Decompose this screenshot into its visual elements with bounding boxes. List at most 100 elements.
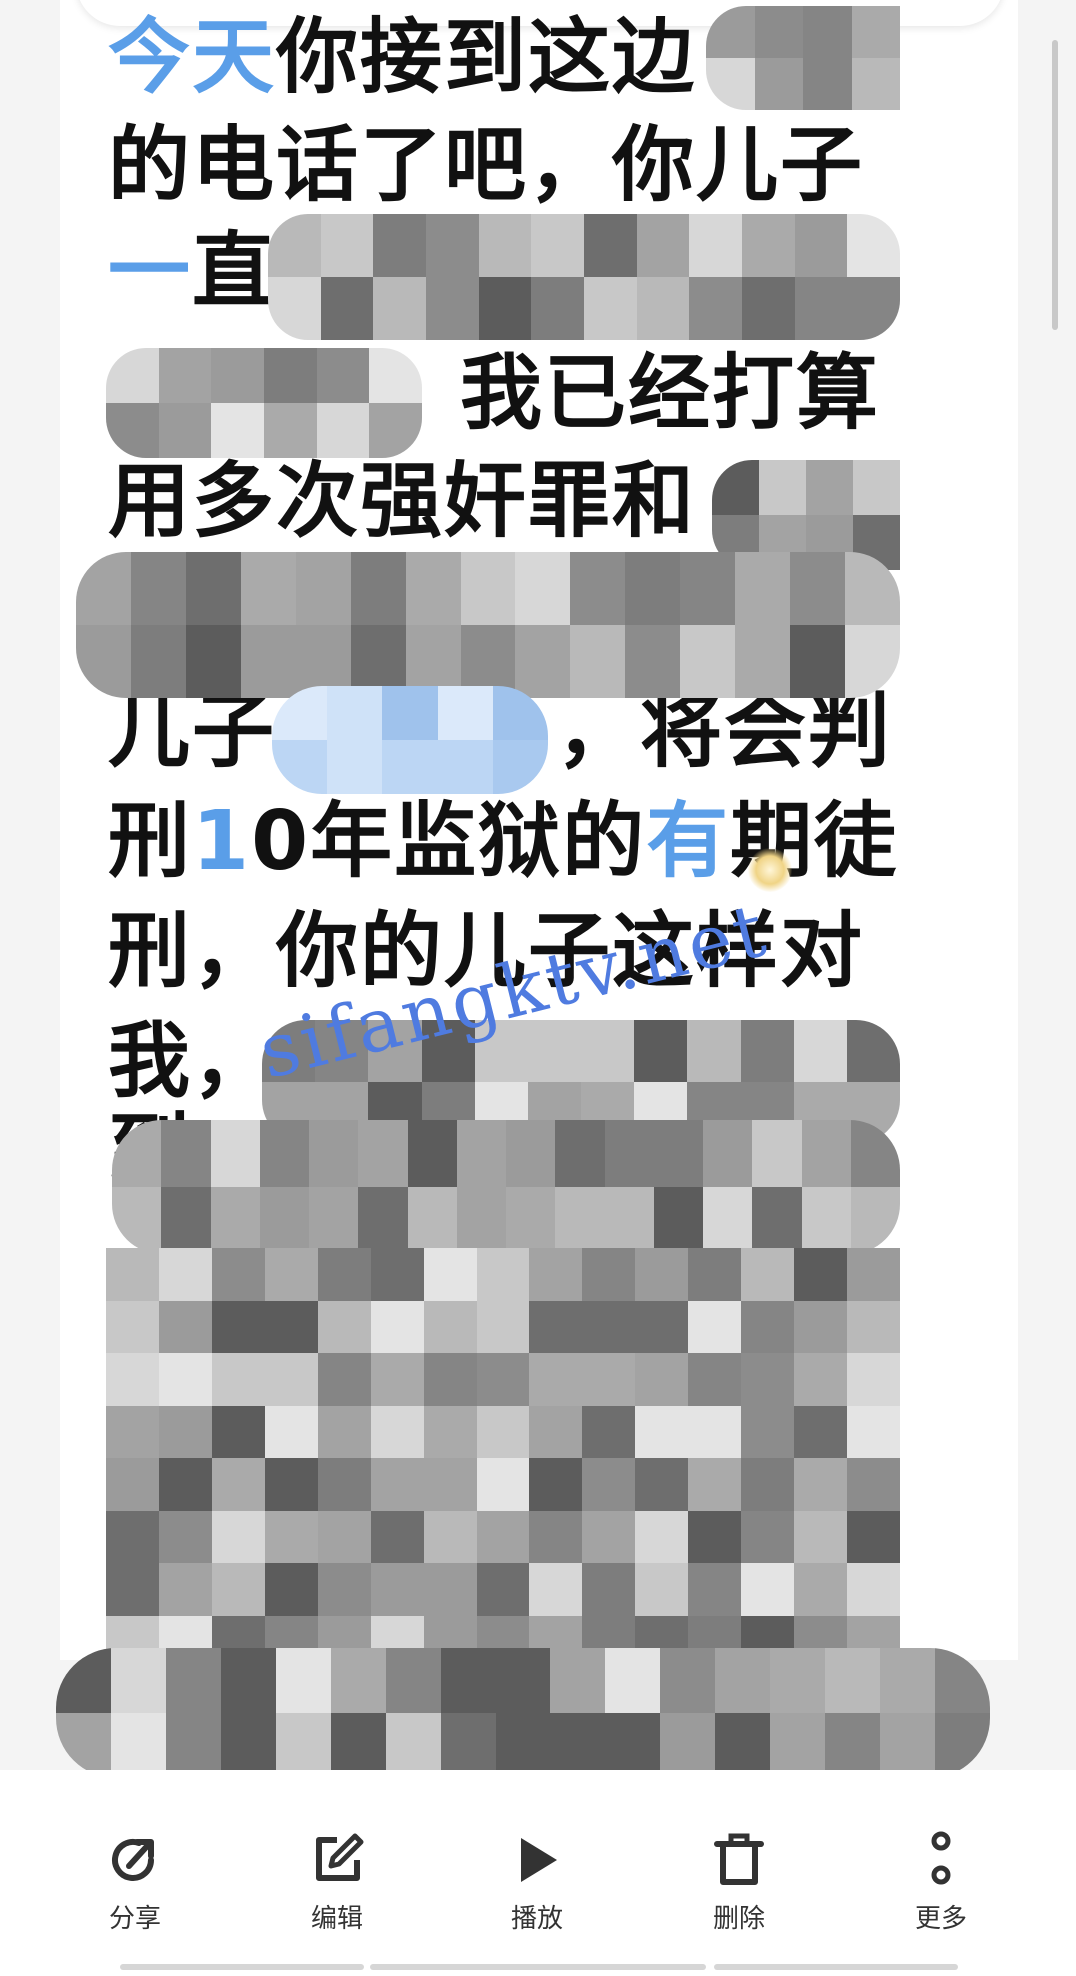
- text-line: 用多次强奸罪和: [108, 454, 696, 550]
- mosaic-tile: [880, 1713, 936, 1778]
- text-segment: 1: [192, 794, 252, 889]
- mosaic-tile: [110, 1648, 166, 1713]
- mosaic-tile: [264, 1353, 318, 1406]
- delete-icon: [664, 1830, 814, 1890]
- mosaic-tile: [790, 552, 846, 625]
- gesture-bar: [370, 1964, 706, 1970]
- text-segment: 今天: [108, 10, 277, 105]
- mosaic-tile: [794, 1300, 848, 1353]
- mosaic-tile: [801, 1187, 851, 1254]
- text-line: 的电话了吧，你儿子: [108, 118, 864, 214]
- mosaic-tile: [604, 1187, 654, 1254]
- gesture-bar: [120, 1964, 364, 1970]
- mosaic-tile: [741, 1300, 795, 1353]
- mosaic-tile: [210, 1120, 260, 1187]
- mosaic-tile: [752, 1187, 802, 1254]
- mosaic-tile: [185, 552, 241, 625]
- mosaic-tile: [794, 1458, 848, 1511]
- text-segment: 的电话了吧，你儿子: [108, 118, 865, 213]
- mosaic-tile: [211, 1510, 265, 1563]
- mosaic-tile: [478, 277, 532, 340]
- mosaic-tile: [660, 1648, 716, 1713]
- mosaic-tile: [437, 740, 493, 794]
- mosaic-tile: [478, 214, 532, 277]
- mosaic-tile: [220, 1648, 276, 1713]
- mosaic-tile: [211, 1563, 265, 1616]
- mosaic-tile: [794, 1563, 848, 1616]
- mosaic-tile: [801, 1120, 851, 1187]
- mosaic-tile: [320, 214, 374, 277]
- mosaic-tile: [327, 740, 383, 794]
- mosaic-tile: [853, 460, 900, 515]
- mosaic-tile: [275, 1648, 331, 1713]
- mosaic-tile: [385, 1648, 441, 1713]
- mosaic-tile: [317, 1563, 371, 1616]
- mosaic-tile: [687, 1020, 741, 1082]
- mosaic-tile: [770, 1648, 826, 1713]
- mosaic-tile: [405, 552, 461, 625]
- mosaic-tile: [847, 1563, 900, 1616]
- mosaic-tile: [660, 1713, 716, 1778]
- mosaic-tile: [635, 1563, 689, 1616]
- text-line: 儿子: [108, 684, 276, 780]
- mosaic-tile: [689, 277, 742, 340]
- mosaic-tile: [437, 686, 493, 740]
- mosaic-tile: [851, 6, 900, 58]
- mosaic-tile: [581, 1020, 635, 1082]
- mosaic-tile: [625, 552, 681, 625]
- redaction-mosaic: [112, 1120, 900, 1254]
- text-segment: 用多次强奸罪和: [108, 454, 697, 549]
- edit-button[interactable]: 编辑: [262, 1830, 412, 1935]
- share-button[interactable]: 分享: [60, 1830, 210, 1935]
- mosaic-tile: [529, 1563, 583, 1616]
- text-line: 我已经打算: [460, 346, 880, 442]
- mosaic-tile: [158, 403, 212, 458]
- mosaic-tile: [529, 1248, 583, 1301]
- mosaic-tile: [529, 1405, 583, 1458]
- mosaic-tile: [794, 1353, 848, 1406]
- mosaic-tile: [741, 1405, 795, 1458]
- mosaic-tile: [106, 1458, 159, 1511]
- mosaic-tile: [847, 1405, 900, 1458]
- play-button[interactable]: 播放: [462, 1830, 612, 1935]
- mosaic-tile: [165, 1648, 221, 1713]
- text-segment: 有: [646, 794, 731, 889]
- mosaic-tile: [803, 58, 852, 110]
- mosaic-tile: [529, 1510, 583, 1563]
- text-segment: 我，: [108, 1014, 277, 1109]
- mosaic-tile: [793, 1020, 847, 1082]
- mosaic-tile: [653, 1187, 703, 1254]
- mosaic-tile: [316, 348, 370, 403]
- delete-button[interactable]: 删除: [664, 1830, 814, 1935]
- redaction-mosaic: [706, 6, 900, 110]
- mosaic-tile: [382, 686, 438, 740]
- mosaic-tile: [582, 1458, 636, 1511]
- mosaic-tile: [330, 1713, 386, 1778]
- more-button[interactable]: 更多: [866, 1830, 1016, 1935]
- mosaic-tile: [320, 277, 374, 340]
- mosaic-tile: [382, 740, 438, 794]
- mosaic-tile: [106, 1248, 159, 1301]
- text-line: 一直: [108, 224, 276, 320]
- mosaic-tile: [185, 625, 241, 698]
- mosaic-tile: [735, 625, 791, 698]
- mosaic-tile: [110, 1713, 166, 1778]
- mosaic-tile: [582, 1510, 636, 1563]
- mosaic-tile: [570, 625, 626, 698]
- gesture-bar: [714, 1964, 958, 1970]
- mosaic-tile: [582, 1405, 636, 1458]
- mosaic-tile: [423, 1405, 477, 1458]
- mosaic-tile: [625, 625, 681, 698]
- mosaic-tile: [264, 1300, 318, 1353]
- text-line: ，将会判: [556, 684, 892, 780]
- scrollbar[interactable]: [1052, 40, 1058, 330]
- mosaic-tile: [476, 1248, 530, 1301]
- mosaic-tile: [847, 1510, 900, 1563]
- mosaic-tile: [636, 214, 690, 277]
- mosaic-tile: [161, 1187, 211, 1254]
- mosaic-tile: [317, 1510, 371, 1563]
- mosaic-tile: [264, 403, 317, 458]
- mosaic-tile: [476, 1300, 530, 1353]
- mosaic-tile: [529, 1353, 583, 1406]
- edit-label: 编辑: [310, 1903, 363, 1933]
